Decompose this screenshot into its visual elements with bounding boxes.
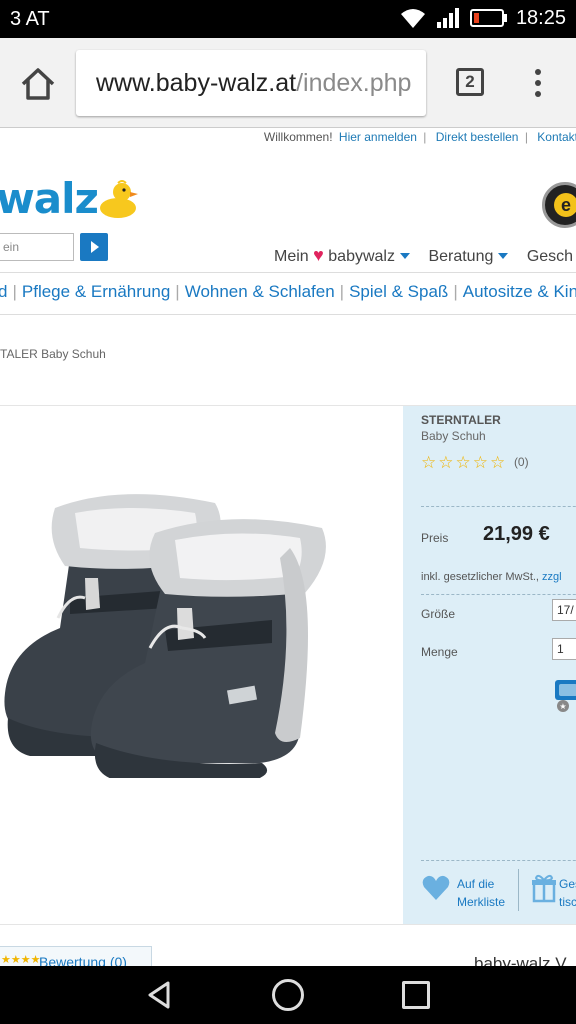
size-label: Größe [421, 607, 456, 621]
buy-box: STERNTALER Baby Schuh ☆☆☆☆☆ (0) Preis 21… [403, 406, 576, 924]
category-link[interactable]: Autositze & Kinderwa [463, 282, 576, 301]
divider [0, 272, 576, 273]
login-link[interactable]: Hier anmelden [339, 130, 417, 144]
category-navigation: d | Pflege & Ernährung | Wohnen & Schlafen | S… [0, 282, 576, 302]
nav-beratung[interactable]: Beratung [428, 248, 509, 266]
tab-reviews-label: Bewertung (0) [39, 954, 127, 966]
url-bar[interactable]: www.baby-walz.at/index.php [76, 50, 426, 116]
section-title: baby-walz V [474, 954, 567, 966]
category-link[interactable]: d [0, 282, 7, 301]
contact-link[interactable]: Kontakt [537, 130, 576, 144]
nav-babywalz-label: babywalz [328, 248, 395, 265]
divider [421, 506, 576, 507]
chevron-down-icon [498, 253, 509, 259]
category-link[interactable]: Wohnen & Schlafen [185, 282, 335, 301]
vat-note: inkl. gesetzlicher MwSt., zzgl [421, 571, 562, 583]
divider [0, 924, 576, 925]
nav-mein-label: Mein [274, 248, 309, 265]
browser-toolbar: www.baby-walz.at/index.php 2 [0, 38, 576, 128]
web-page: Willkommen! Hier anmelden | Direkt beste… [0, 128, 576, 966]
product-brand[interactable]: STERNTALER [421, 413, 501, 427]
search-input[interactable]: ein [0, 233, 74, 261]
tab-reviews[interactable]: ★★★★ Bewertung (0) [0, 946, 152, 966]
divider [518, 869, 519, 911]
wifi-icon [400, 9, 425, 28]
gift-label-2: tisc [559, 895, 576, 909]
home-button-icon[interactable] [272, 979, 304, 1011]
gift-label-1: Ges [559, 877, 576, 891]
duck-logo-icon [100, 180, 138, 218]
gift-table-button[interactable]: Ges tisc [559, 875, 576, 911]
product-image[interactable] [0, 488, 340, 778]
wishlist-button[interactable]: Auf die Merkliste [457, 875, 505, 911]
category-link[interactable]: Spiel & Spaß [349, 282, 448, 301]
rating-stars[interactable]: ☆☆☆☆☆ (0) [421, 453, 529, 473]
svg-text:★: ★ [559, 702, 566, 711]
divider [0, 314, 576, 315]
nav-beratung-label: Beratung [428, 248, 494, 265]
service-links: Willkommen! Hier anmelden | Direkt beste… [263, 130, 576, 144]
search-button[interactable] [80, 233, 108, 261]
overflow-menu-icon[interactable] [528, 66, 548, 102]
add-to-cart-icon[interactable]: ★ [553, 678, 576, 714]
rating-count: (0) [513, 455, 529, 469]
trusted-shops-badge-icon[interactable]: e [542, 182, 576, 228]
price-value: 21,99 € [483, 523, 550, 545]
signal-icon [436, 8, 459, 28]
category-link[interactable]: Pflege & Ernährung [22, 282, 170, 301]
url-path: /index.php [296, 69, 412, 97]
url-domain: www.baby-walz.at [96, 69, 297, 97]
status-bar: 3 AT 18:25 [0, 0, 576, 38]
wishlist-label-1: Auf die [457, 877, 495, 891]
wishlist-label-2: Merkliste [457, 895, 506, 909]
welcome-text: Willkommen! [263, 130, 333, 144]
quantity-label: Menge [421, 645, 458, 659]
divider [421, 860, 576, 861]
heart-icon: ♥ [313, 245, 324, 265]
vat-text: inkl. gesetzlicher MwSt., [421, 571, 539, 583]
home-icon[interactable] [16, 62, 60, 106]
recent-apps-icon[interactable] [402, 981, 430, 1009]
tab-switcher-button[interactable]: 2 [456, 68, 484, 96]
chevron-down-icon [399, 253, 410, 259]
direct-order-link[interactable]: Direkt bestellen [436, 130, 519, 144]
status-icons: 18:25 [398, 6, 566, 30]
star-icons: ☆☆☆☆☆ [421, 453, 508, 472]
main-navigation: Mein ♥ babywalz Beratung Gesch [274, 245, 576, 266]
system-nav-bar [0, 966, 576, 1024]
price-label: Preis [421, 531, 449, 545]
nav-gesch[interactable]: Gesch [527, 248, 573, 266]
battery-icon [469, 9, 507, 27]
quantity-input[interactable]: 1 [552, 638, 576, 660]
divider [421, 594, 576, 595]
nav-mein-babywalz[interactable]: Mein ♥ babywalz [274, 245, 410, 266]
heart-icon[interactable] [421, 873, 451, 903]
shipping-link[interactable]: zzgl [542, 571, 562, 583]
size-select[interactable]: 17/ [552, 599, 576, 621]
back-icon[interactable] [144, 979, 176, 1011]
site-logo[interactable]: walz [0, 174, 99, 223]
product-name: Baby Schuh [421, 429, 486, 443]
gift-icon[interactable] [531, 873, 557, 903]
clock: 18:25 [515, 6, 566, 29]
carrier-label: 3 AT [10, 8, 50, 30]
breadcrumb[interactable]: TALER Baby Schuh [0, 347, 106, 361]
star-icons: ★★★★ [1, 954, 41, 966]
